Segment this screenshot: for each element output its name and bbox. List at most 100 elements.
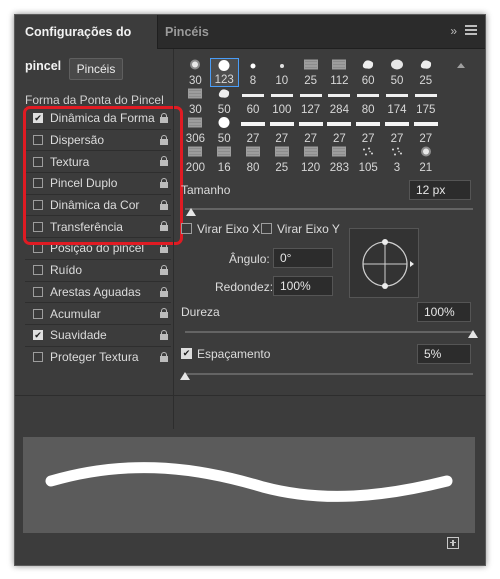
roundness-field[interactable]: 100% (273, 276, 333, 296)
brush-option-item[interactable]: Ruído (25, 258, 171, 281)
hardness-slider-track[interactable] (185, 331, 473, 333)
brush-preset[interactable]: 50 (210, 116, 239, 145)
brush-preset[interactable]: 8 (239, 58, 268, 87)
tab-brush-settings[interactable]: Configurações do pincel (15, 15, 158, 73)
brush-size-label: 80 (246, 162, 260, 174)
brush-row: 306 50 27 27 27 27 27 27 27 (181, 116, 441, 145)
lock-icon[interactable] (159, 286, 169, 297)
brush-option-item[interactable]: Acumular (25, 302, 171, 324)
tab-brushes[interactable]: Pincéis (165, 15, 209, 49)
brush-preset[interactable]: 123 (209, 58, 239, 87)
brush-settings-panel: Configurações do pincel Pincéis » Pincéi… (14, 14, 486, 566)
size-label: Tamanho (181, 183, 231, 197)
brush-preset[interactable]: 120 (296, 145, 325, 174)
brush-preset[interactable]: 60 (354, 58, 383, 87)
brush-preset[interactable]: 27 (325, 116, 354, 145)
lock-icon[interactable] (159, 264, 169, 275)
brush-preset[interactable]: 175 (411, 87, 440, 116)
brush-tip-icon (327, 117, 352, 131)
brush-preset[interactable]: 3 (383, 145, 412, 174)
brush-grid-scrollbar[interactable] (455, 63, 467, 193)
brush-row: 30 50 60 100 127 284 80 174 175 (181, 87, 441, 116)
scroll-up-icon[interactable] (457, 63, 465, 68)
brush-preset[interactable]: 50 (210, 87, 239, 116)
brush-preset[interactable]: 27 (383, 116, 412, 145)
spacing-slider-thumb[interactable] (180, 372, 190, 380)
brush-tip-icon (274, 146, 290, 161)
brush-preset[interactable]: 105 (354, 145, 383, 174)
option-checkbox[interactable]: ✔ (33, 330, 43, 341)
option-checkbox[interactable] (33, 351, 43, 362)
angle-roundness-widget[interactable] (349, 228, 419, 298)
brush-preset[interactable]: 200 (181, 145, 210, 174)
brush-preset[interactable]: 30 (181, 87, 210, 116)
option-checkbox[interactable] (33, 308, 43, 319)
brush-preset[interactable]: 127 (296, 87, 325, 116)
brush-size-label: 27 (246, 133, 260, 145)
brush-size-label: 27 (361, 133, 375, 145)
option-checkbox[interactable] (33, 286, 43, 297)
brush-preset[interactable]: 27 (239, 116, 268, 145)
brush-preset[interactable]: 27 (354, 116, 383, 145)
brush-tip-icon (245, 146, 261, 161)
brush-size-label: 8 (249, 75, 257, 87)
brush-preset[interactable]: 112 (325, 58, 354, 87)
panel-menu-icon[interactable] (465, 25, 477, 37)
brush-size-label: 27 (275, 133, 289, 145)
angle-field[interactable]: 0° (273, 248, 333, 268)
brush-size-label: 120 (300, 162, 321, 174)
brush-option-item[interactable]: Arestas Aguadas (25, 280, 171, 303)
hardness-slider-thumb[interactable] (468, 330, 478, 338)
brush-preset[interactable]: 306 (181, 116, 210, 145)
brush-tip-icon (189, 59, 201, 74)
brush-preset[interactable]: 27 (296, 116, 325, 145)
flip-y-label: Virar Eixo Y (277, 222, 340, 236)
lock-icon[interactable] (159, 329, 169, 340)
flip-y-checkbox[interactable] (261, 223, 272, 234)
brush-size-label: 105 (358, 162, 378, 174)
collapse-chevron-icon[interactable]: » (450, 24, 457, 38)
size-field[interactable]: 12 px (409, 180, 471, 200)
new-brush-icon[interactable] (447, 537, 459, 549)
option-checkbox[interactable] (33, 265, 43, 276)
brush-size-label: 25 (275, 162, 289, 174)
flip-x-label: Virar Eixo X (197, 222, 261, 236)
brush-preset[interactable]: 80 (354, 87, 383, 116)
brush-preset[interactable]: 30 (181, 58, 210, 87)
brush-preset[interactable]: 283 (325, 145, 354, 174)
brush-size-label: 10 (275, 75, 289, 87)
brush-preset[interactable]: 60 (239, 87, 268, 116)
brush-preset[interactable]: 25 (296, 58, 325, 87)
size-slider-track[interactable] (185, 208, 473, 210)
brush-preset[interactable]: 100 (267, 87, 296, 116)
brush-tip-icon (390, 59, 404, 74)
brush-preset[interactable]: 25 (411, 58, 440, 87)
lock-icon[interactable] (159, 308, 169, 319)
brush-preset[interactable]: 27 (411, 116, 440, 145)
brush-tip-icon (419, 59, 433, 74)
brush-preset[interactable]: 25 (267, 145, 296, 174)
brush-tip-icon (240, 117, 265, 131)
brushes-button[interactable]: Pincéis (69, 58, 123, 80)
brush-preset[interactable]: 50 (383, 58, 412, 87)
brush-preset[interactable]: 284 (325, 87, 354, 116)
spacing-field[interactable]: 5% (417, 344, 471, 364)
brush-preset[interactable]: 174 (383, 87, 412, 116)
brush-option-item[interactable]: Proteger Textura (25, 345, 171, 368)
hardness-field[interactable]: 100% (417, 302, 471, 322)
brush-tip-icon (216, 146, 232, 161)
spacing-slider-track[interactable] (185, 373, 473, 375)
brush-preset[interactable]: 27 (267, 116, 296, 145)
brush-size-label: 25 (419, 75, 433, 87)
lock-icon[interactable] (159, 351, 169, 362)
brush-option-item[interactable]: ✔ Suavidade (25, 323, 171, 346)
size-slider-thumb[interactable] (185, 208, 196, 216)
spacing-checkbox[interactable]: ✔ (181, 348, 192, 359)
brush-preset[interactable]: 16 (210, 145, 239, 174)
brush-preset[interactable]: 10 (267, 58, 296, 87)
preview-divider (15, 395, 485, 396)
brush-tip-icon (269, 117, 294, 131)
brush-preset[interactable]: 80 (239, 145, 268, 174)
flip-x-checkbox[interactable] (181, 223, 192, 234)
brush-preset[interactable]: 21 (411, 145, 440, 174)
